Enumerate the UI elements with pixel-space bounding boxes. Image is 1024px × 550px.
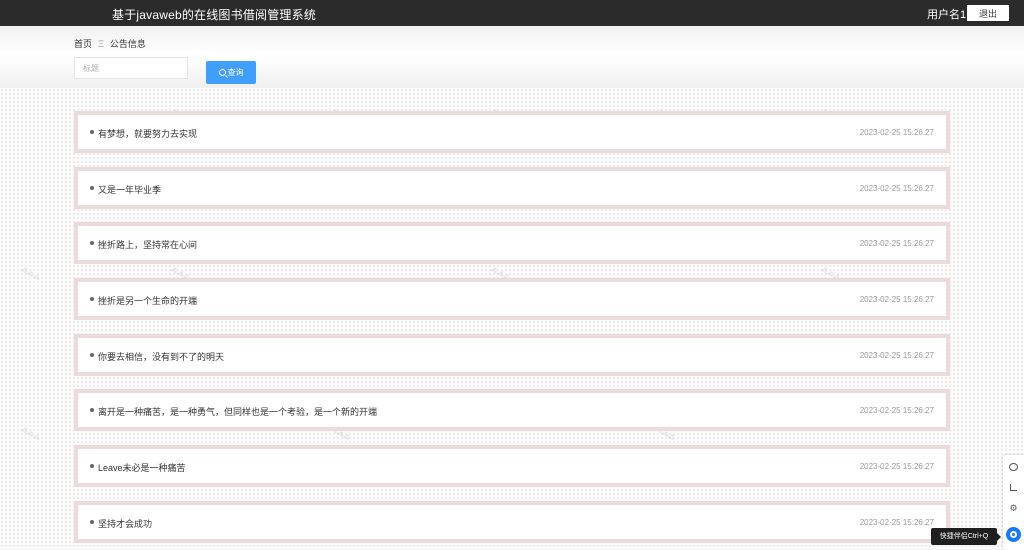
bullet-icon (90, 130, 94, 134)
notice-time: 2023-02-25 15:26:27 (859, 183, 934, 193)
notice-item[interactable]: 又是一年毕业季 2023-02-25 15:26:27 (74, 166, 950, 209)
notice-time: 2023-02-25 15:26:27 (859, 406, 934, 416)
app-title: 基于javaweb的在线图书借阅管理系统 (112, 8, 317, 22)
notice-title: 你要去相信，没有到不了的明天 (98, 351, 225, 362)
bullet-icon (90, 297, 94, 302)
filter-band: 首页 Ξ 公告信息 查询 (0, 26, 1024, 88)
notice-time: 2023-02-25 15:26:27 (859, 128, 934, 137)
search-button[interactable]: 查询 (206, 61, 256, 84)
notice-time: 2023-02-25 15:26:27 (859, 517, 934, 527)
username-label[interactable]: 用户名1 (927, 6, 966, 22)
notice-item[interactable]: 挫折是另一个生命的开端 2023-02-25 15:26:27 (74, 278, 950, 321)
notice-title: 离开是一种痛苦，是一种勇气，但同样也是一个考验，是一个新的开端 (98, 407, 378, 418)
watermark-mark: ⁂⁂⁂ (19, 266, 42, 283)
crop-icon[interactable] (1008, 482, 1019, 493)
breadcrumb-current: 公告信息 (109, 39, 146, 49)
search-button-label: 查询 (227, 68, 244, 77)
notice-title: 挫折路上，坚持常在心间 (98, 240, 198, 251)
notice-time: 2023-02-25 15:26:27 (859, 295, 934, 305)
shortcut-tooltip: 快捷伴侣Ctrl+Q (931, 528, 1001, 545)
logout-button[interactable]: 退出 (967, 5, 1009, 21)
notice-item[interactable]: Leave未必是一种痛苦 2023-02-25 15:26:27 (74, 445, 950, 488)
notice-title: 又是一年毕业季 (98, 184, 162, 195)
notice-title: 坚持才会成功 (98, 518, 153, 529)
notice-title: 有梦想，就要努力去实现 (98, 129, 198, 139)
search-icon (218, 69, 226, 76)
breadcrumb: 首页 Ξ 公告信息 (74, 37, 146, 50)
gear-icon[interactable]: ⚙ (1008, 503, 1019, 514)
notice-list: 有梦想，就要努力去实现 2023-02-25 15:26:27 又是一年毕业季 … (74, 111, 950, 550)
notice-item[interactable]: 你要去相信，没有到不了的明天 2023-02-25 15:26:27 (74, 333, 950, 376)
breadcrumb-separator-icon: Ξ (98, 39, 104, 49)
notice-item[interactable]: 离开是一种痛苦，是一种勇气，但同样也是一个考验，是一个新的开端 2023-02-… (74, 389, 950, 432)
watermark-mark: ⁂⁂⁂ (19, 426, 42, 443)
notice-item[interactable]: 有梦想，就要努力去实现 2023-02-25 15:26:27 (74, 111, 950, 153)
floating-toolbar: ⚙ (1003, 455, 1024, 550)
breadcrumb-home[interactable]: 首页 (74, 39, 92, 49)
notice-item[interactable]: 坚持才会成功 2023-02-25 15:26:27 (74, 500, 950, 543)
bullet-icon (90, 241, 94, 246)
notice-time: 2023-02-25 15:26:27 (859, 239, 934, 249)
bullet-icon (90, 185, 94, 190)
assistant-icon[interactable] (1006, 527, 1021, 542)
bullet-icon (90, 519, 94, 524)
notice-item[interactable]: 挫折路上，坚持常在心间 2023-02-25 15:26:27 (74, 222, 950, 265)
page: 基于javaweb的在线图书借阅管理系统 用户名1 退出 首页Ξ公告信息 查询 … (0, 0, 1024, 550)
notice-title: 挫折是另一个生命的开端 (98, 296, 198, 307)
chat-icon[interactable] (1008, 461, 1019, 472)
notice-time: 2023-02-25 15:26:27 (859, 462, 934, 472)
bullet-icon (90, 408, 94, 413)
notice-title: Leave未必是一种痛苦 (98, 463, 186, 474)
bullet-icon (90, 352, 94, 357)
notice-time: 2023-02-25 15:26:27 (859, 350, 934, 360)
title-search-input[interactable] (74, 57, 188, 79)
bullet-icon (90, 464, 94, 469)
top-header: 基于javaweb的在线图书借阅管理系统 用户名1 退出 (0, 0, 1024, 26)
